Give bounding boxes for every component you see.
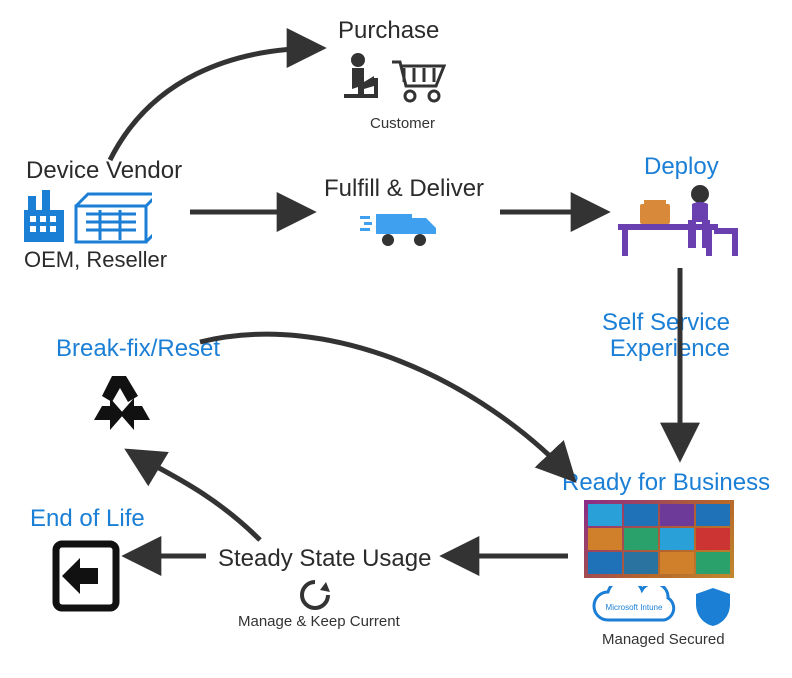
selfservice-label: Self Service Experience [600, 310, 730, 363]
person-desk-icon [610, 184, 750, 263]
deploy-title: Deploy [644, 154, 719, 180]
ready-title: Ready for Business [562, 470, 770, 496]
shield-icon [692, 586, 734, 633]
refresh-icon [298, 578, 332, 617]
steady-title: Steady State Usage [218, 546, 431, 572]
steady-sub: Manage & Keep Current [238, 614, 400, 631]
factory-icon [22, 190, 152, 249]
delivery-truck-icon [360, 208, 440, 257]
svg-text:Microsoft Intune: Microsoft Intune [606, 603, 663, 612]
vendor-sub: OEM, Reseller [24, 248, 167, 272]
selfservice-l1: Self Service [602, 309, 730, 336]
return-box-icon [50, 538, 122, 619]
intune-cloud-icon: Microsoft Intune [584, 586, 684, 633]
fulfill-title: Fulfill & Deliver [324, 176, 484, 202]
purchase-sub: Customer [370, 116, 435, 133]
eol-title: End of Life [30, 506, 145, 532]
purchase-title: Purchase [338, 18, 439, 44]
customer-cart-icon [342, 50, 452, 115]
selfservice-l2: Experience [610, 335, 730, 362]
breakfix-title: Break-fix/Reset [56, 336, 220, 362]
start-menu-icon [584, 500, 734, 578]
recycle-icon [82, 368, 162, 447]
vendor-title: Device Vendor [26, 158, 182, 184]
ready-sub: Managed Secured [602, 632, 725, 649]
